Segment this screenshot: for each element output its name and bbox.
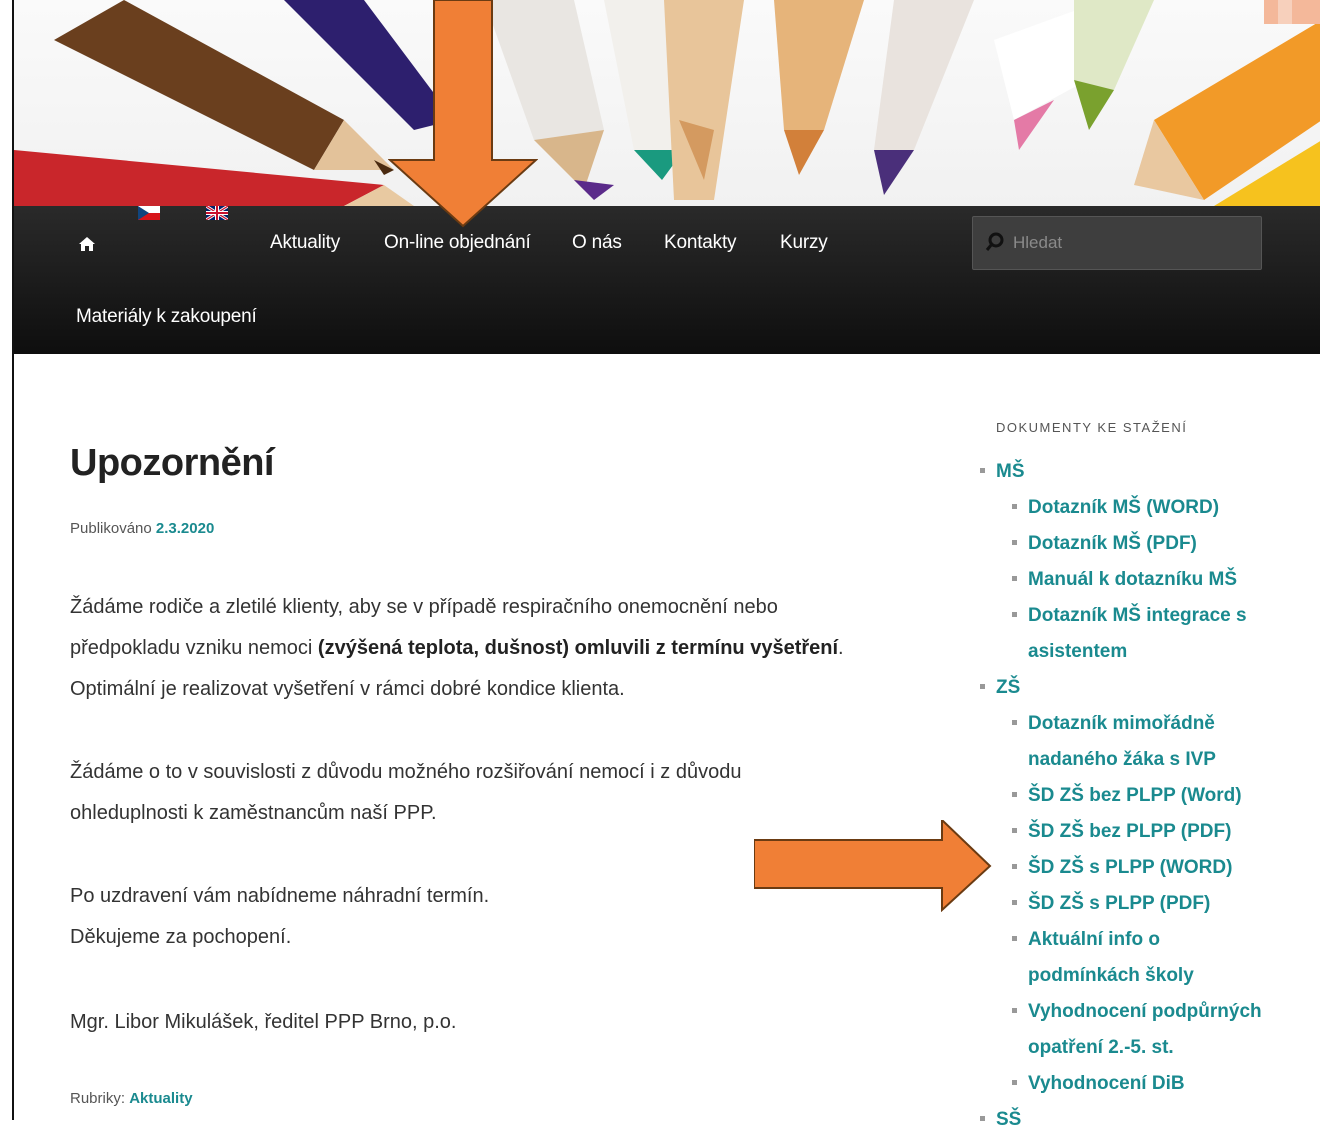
doc-link-mimoradne-nadany[interactable]: Dotazník mimořádně bbox=[1028, 706, 1215, 742]
doc-link-ms-integrace[interactable]: Dotazník MŠ integrace s bbox=[1028, 598, 1247, 634]
doc-category-ss[interactable]: SŠ bbox=[996, 1102, 1021, 1138]
corner-decoration bbox=[1264, 0, 1320, 24]
nav-item-o-nas[interactable]: O nás bbox=[572, 232, 622, 254]
home-icon[interactable] bbox=[78, 236, 96, 252]
list-bullet bbox=[1012, 828, 1017, 833]
doc-link-aktualni-info[interactable]: Aktuální info o bbox=[1028, 922, 1160, 958]
page-title: Upozornění bbox=[70, 442, 274, 484]
list-bullet bbox=[980, 1116, 985, 1121]
doc-link-vyhodnoceni-dib[interactable]: Vyhodnocení DiB bbox=[1028, 1066, 1185, 1102]
nav-item-kurzy[interactable]: Kurzy bbox=[780, 232, 828, 254]
doc-link-vyhodnoceni-podpurnych[interactable]: Vyhodnocení podpůrných bbox=[1028, 994, 1262, 1030]
doc-link-ms-integrace-cont[interactable]: asistentem bbox=[1028, 634, 1127, 670]
doc-link-sd-zs-bez-plpp-word[interactable]: ŠD ZŠ bez PLPP (Word) bbox=[1028, 778, 1242, 814]
post-categories: Rubriky: Aktuality bbox=[70, 1090, 193, 1107]
list-bullet bbox=[1012, 612, 1017, 617]
main-navigation: Aktuality On-line objednání O nás Kontak… bbox=[14, 206, 1320, 354]
published-date-link[interactable]: 2.3.2020 bbox=[156, 520, 214, 537]
list-bullet bbox=[1012, 1080, 1017, 1085]
nav-item-materialy[interactable]: Materiály k zakoupení bbox=[76, 306, 257, 328]
category-label: Rubriky: bbox=[70, 1090, 126, 1107]
search-input[interactable] bbox=[1011, 225, 1255, 261]
list-bullet bbox=[1012, 864, 1017, 869]
doc-link-dotaznik-ms-pdf[interactable]: Dotazník MŠ (PDF) bbox=[1028, 526, 1197, 562]
doc-link-dotaznik-ms-word[interactable]: Dotazník MŠ (WORD) bbox=[1028, 490, 1219, 526]
page-frame: Aktuality On-line objednání O nás Kontak… bbox=[12, 0, 1320, 1130]
list-bullet bbox=[1012, 936, 1017, 941]
search-icon bbox=[985, 232, 1004, 251]
paragraph-3-line-b: Děkujeme za pochopení. bbox=[70, 926, 292, 948]
czech-flag-icon[interactable] bbox=[138, 206, 160, 220]
nav-item-online-objednani[interactable]: On-line objednání bbox=[384, 232, 531, 254]
doc-link-mimoradne-nadany-cont[interactable]: nadaného žáka s IVP bbox=[1028, 742, 1216, 778]
published-label: Publikováno bbox=[70, 520, 152, 537]
nav-item-kontakty[interactable]: Kontakty bbox=[664, 232, 737, 254]
doc-link-aktualni-info-cont[interactable]: podmínkách školy bbox=[1028, 958, 1194, 994]
list-bullet bbox=[1012, 792, 1017, 797]
signature: Mgr. Libor Mikulášek, ředitel PPP Brno, … bbox=[70, 1011, 457, 1033]
doc-link-vyhodnoceni-podpurnych-cont[interactable]: opatření 2.-5. st. bbox=[1028, 1030, 1174, 1066]
doc-category-zs[interactable]: ZŠ bbox=[996, 670, 1020, 706]
paragraph-1-bold: (zvýšená teplota, dušnost) omluvili z te… bbox=[317, 637, 839, 659]
annotation-arrow-right bbox=[754, 820, 992, 912]
search-box bbox=[972, 216, 1262, 270]
list-bullet bbox=[1012, 720, 1017, 725]
list-bullet bbox=[1012, 504, 1017, 509]
annotation-arrow-down bbox=[388, 0, 538, 228]
paragraph-3-line-a: Po uzdravení vám nabídneme náhradní term… bbox=[70, 885, 490, 907]
category-link-aktuality[interactable]: Aktuality bbox=[129, 1090, 192, 1107]
list-bullet bbox=[980, 468, 985, 473]
list-bullet bbox=[980, 684, 985, 689]
list-bullet bbox=[1012, 540, 1017, 545]
sidebar-title: DOKUMENTY KE STAŽENÍ bbox=[996, 420, 1188, 435]
doc-link-manual-ms[interactable]: Manuál k dotazníku MŠ bbox=[1028, 562, 1237, 598]
doc-link-sd-zs-s-plpp-pdf[interactable]: ŠD ZŠ s PLPP (PDF) bbox=[1028, 886, 1210, 922]
list-bullet bbox=[1012, 900, 1017, 905]
pencils-illustration bbox=[14, 0, 1320, 206]
paragraph-1: Žádáme rodiče a zletilé klienty, aby se … bbox=[70, 587, 860, 710]
paragraph-3: Po uzdravení vám nabídneme náhradní term… bbox=[70, 876, 860, 958]
post-meta: Publikováno 2.3.2020 bbox=[70, 520, 214, 537]
list-bullet bbox=[1012, 576, 1017, 581]
header-banner bbox=[14, 0, 1320, 206]
nav-item-aktuality[interactable]: Aktuality bbox=[270, 232, 340, 254]
paragraph-2: Žádáme o to v souvislosti z důvodu možné… bbox=[70, 761, 742, 824]
list-bullet bbox=[1012, 1008, 1017, 1013]
uk-flag-icon[interactable] bbox=[206, 206, 228, 220]
doc-link-sd-zs-bez-plpp-pdf[interactable]: ŠD ZŠ bez PLPP (PDF) bbox=[1028, 814, 1231, 850]
doc-link-sd-zs-s-plpp-word[interactable]: ŠD ZŠ s PLPP (WORD) bbox=[1028, 850, 1232, 886]
doc-category-ms[interactable]: MŠ bbox=[996, 454, 1025, 490]
